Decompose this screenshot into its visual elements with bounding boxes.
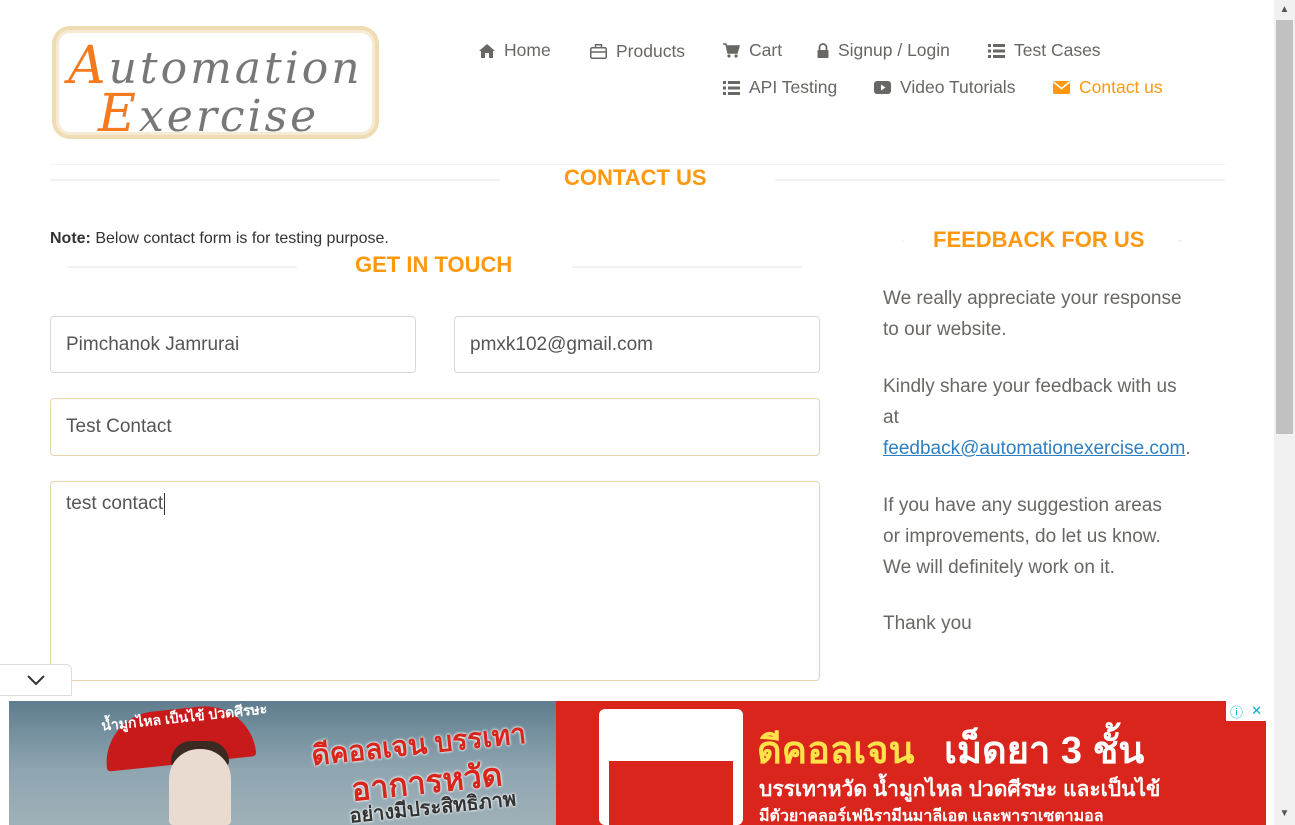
list-icon <box>988 43 1005 58</box>
nav-test-cases-label: Test Cases <box>1014 40 1101 60</box>
briefcase-icon <box>590 44 607 59</box>
lock-icon <box>817 43 829 58</box>
nav-cart-label: Cart <box>749 40 783 60</box>
cart-icon <box>723 43 740 58</box>
subject-input-value: Test Contact <box>66 416 172 437</box>
feedback-rule-right <box>1178 240 1182 242</box>
title-rule-right <box>775 179 1225 181</box>
feedback-rule-left <box>902 240 904 242</box>
feedback-paragraph-2: Kindly share your feedback with us at feed… <box>883 376 1191 459</box>
scrollbar-thumb[interactable] <box>1276 20 1293 434</box>
youtube-icon <box>874 81 891 94</box>
list-icon <box>723 80 740 95</box>
email-input[interactable]: pmxk102@gmail.com <box>454 316 820 373</box>
feedback-title: FEEDBACK FOR US <box>933 227 1145 252</box>
form-note: Note: Below contact form is for testing … <box>50 230 389 247</box>
title-rule-left <box>50 179 500 181</box>
close-icon[interactable]: ✕ <box>1251 703 1262 719</box>
nav-signup-login-label: Signup / Login <box>838 40 950 60</box>
nav-contact-us-label: Contact us <box>1079 77 1163 97</box>
logo-line-2: Exercise <box>98 84 320 144</box>
nav-contact-us[interactable]: Contact us <box>1053 77 1163 98</box>
chevron-down-icon <box>26 675 45 686</box>
ad-right-line2: บรรเทาหวัด น้ำมูกไหล ปวดศีรษะ และเป็นไข้ <box>759 778 1161 801</box>
nav-api-testing-label: API Testing <box>749 77 838 97</box>
feedback-paragraph-3: If you have any suggestion areas or impro… <box>883 495 1162 578</box>
ad-right-line3: มีตัวยาคลอร์เฟนิรามีนมาลีเอต และพาราเซตา… <box>759 808 1104 825</box>
nav-video-tutorials-label: Video Tutorials <box>900 77 1016 97</box>
subject-input[interactable]: Test Contact <box>50 398 820 456</box>
nav-products-label: Products <box>616 41 686 61</box>
nav-api-testing[interactable]: API Testing <box>723 77 837 98</box>
envelope-icon <box>1053 81 1070 94</box>
name-input[interactable]: Pimchanok Jamrurai <box>50 316 416 373</box>
page-title: CONTACT US <box>564 165 707 190</box>
ad-person-image <box>169 749 231 825</box>
nav-home[interactable]: Home <box>479 40 551 61</box>
ad-banner[interactable]: น้ำมูกไหล เป็นไข้ ปวดศีรษะ ดีคอลเจน บรรเ… <box>9 701 1266 825</box>
ad-left-panel: น้ำมูกไหล เป็นไข้ ปวดศีรษะ ดีคอลเจน บรรเ… <box>9 701 556 825</box>
ad-right-headline: เม็ดยา 3 ชั้น <box>944 730 1145 772</box>
nav-test-cases[interactable]: Test Cases <box>988 40 1101 61</box>
scroll-down-arrow-icon[interactable]: ▼ <box>1278 808 1291 820</box>
home-icon <box>479 43 495 58</box>
nav-cart[interactable]: Cart <box>723 40 782 61</box>
ad-right-brand: ดีคอลเจน <box>757 730 915 772</box>
feedback-paragraph-1: We really appreciate your response to our… <box>883 288 1182 340</box>
message-textarea-value: test contact <box>66 493 164 514</box>
nav-home-label: Home <box>504 40 551 60</box>
message-textarea[interactable]: test contact <box>50 481 820 681</box>
text-caret <box>164 493 166 515</box>
ad-collapse-button[interactable] <box>0 664 72 696</box>
form-title-rule-right <box>572 266 802 268</box>
form-title: GET IN TOUCH <box>355 252 513 277</box>
email-input-value: pmxk102@gmail.com <box>470 333 653 355</box>
site-logo[interactable]: Automation Exercise <box>52 26 379 144</box>
nav-products[interactable]: Products <box>590 41 685 62</box>
scroll-up-arrow-icon[interactable]: ▲ <box>1278 4 1291 16</box>
ad-product-brand: ดีคอลเจน <box>624 762 707 784</box>
feedback-paragraph-4: Thank you <box>883 613 972 634</box>
feedback-email-link[interactable]: feedback@automationexercise.com <box>883 438 1185 459</box>
info-icon[interactable]: ⓘ <box>1230 702 1243 721</box>
ad-controls: ⓘ ✕ <box>1226 701 1266 721</box>
name-input-value: Pimchanok Jamrurai <box>66 333 240 355</box>
nav-signup-login[interactable]: Signup / Login <box>817 40 950 61</box>
nav-video-tutorials[interactable]: Video Tutorials <box>874 77 1015 98</box>
form-title-rule-left <box>67 266 297 268</box>
